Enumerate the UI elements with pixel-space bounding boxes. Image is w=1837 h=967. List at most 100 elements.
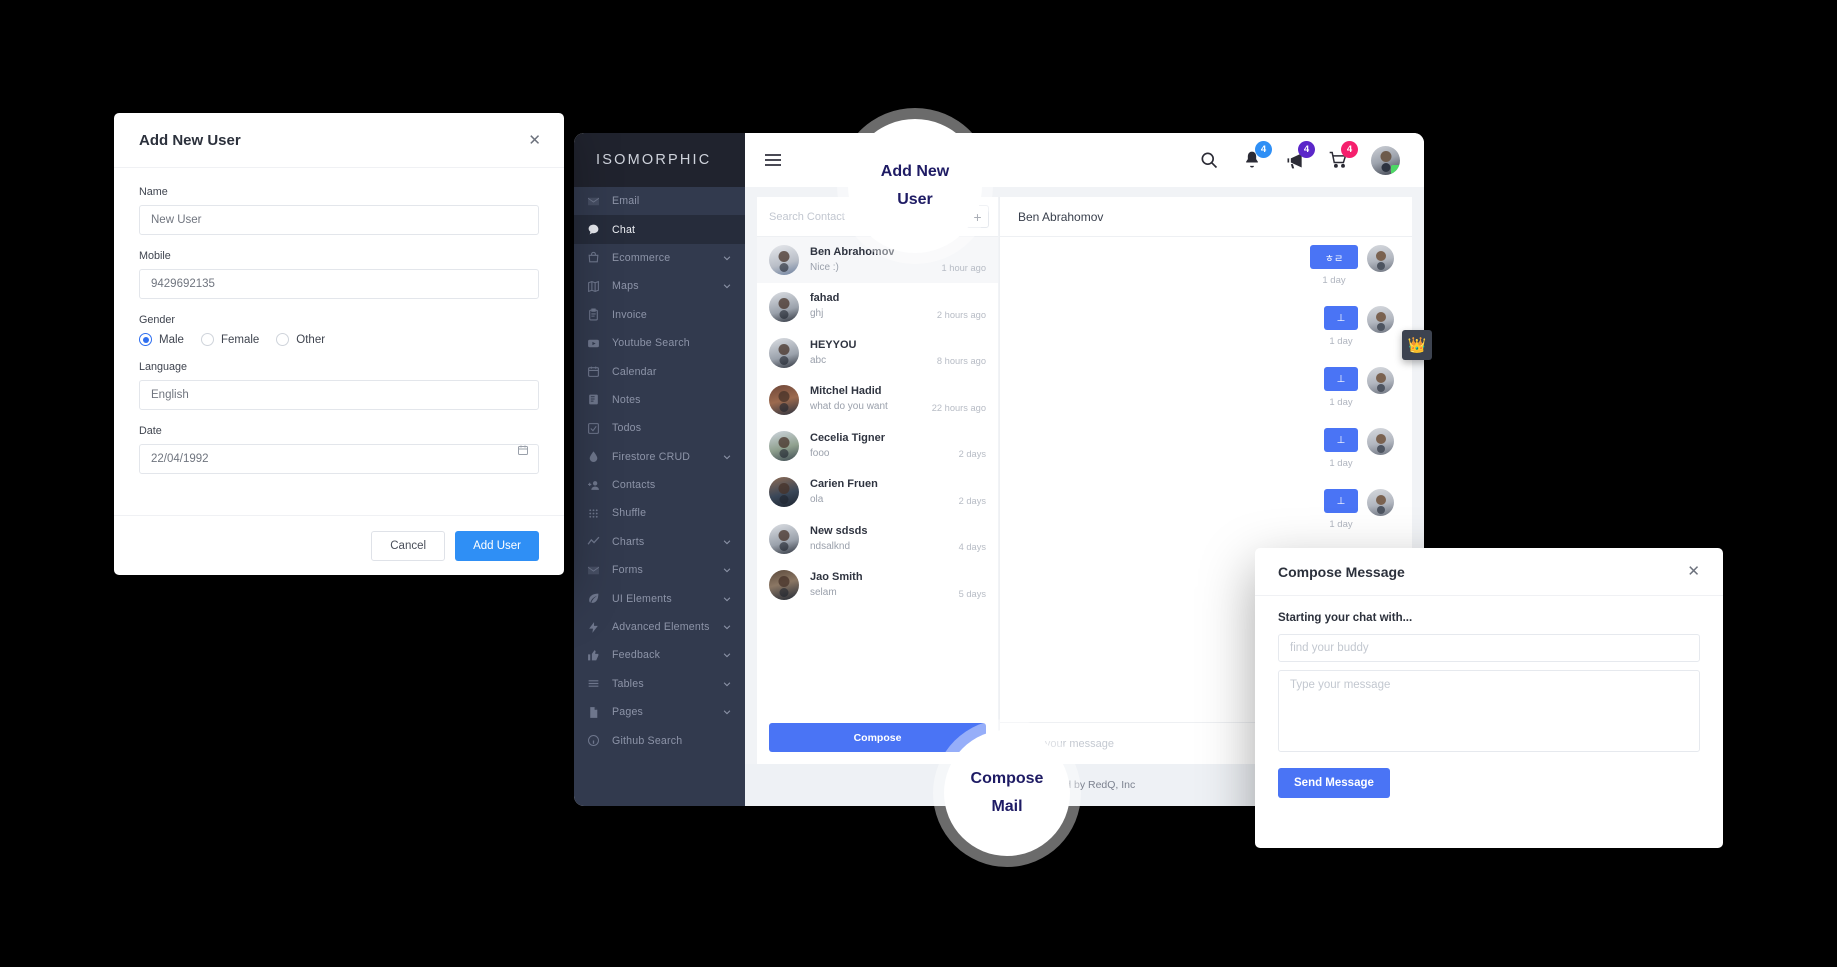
list-item[interactable]: Ben Abrahomov Nice :) 1 hour ago: [757, 237, 998, 284]
sidebar-item-shuffle[interactable]: Shuffle: [574, 499, 745, 527]
radio-label: Other: [296, 333, 326, 346]
sidebar-item-ui-elements[interactable]: UI Elements: [574, 584, 745, 612]
sidebar-item-email[interactable]: Email: [574, 187, 745, 215]
gender-option-other[interactable]: Other: [276, 333, 325, 346]
contact-name: HEYYOU: [810, 338, 857, 351]
list-item[interactable]: Jao Smith selam 5 days: [757, 562, 998, 608]
date-input[interactable]: [139, 444, 539, 474]
sidebar-label: Shuffle: [612, 507, 647, 520]
contact-time: 2 days: [958, 495, 986, 506]
sidebar-item-contacts[interactable]: Contacts: [574, 471, 745, 499]
contact-meta: fahad ghj: [810, 291, 926, 321]
callout-line-1: Add New: [880, 163, 950, 180]
gender-field-group: Gender Male Female Other: [139, 314, 539, 346]
contact-name: fahad: [810, 292, 840, 305]
callout-line-1: Compose: [970, 770, 1044, 787]
list-item[interactable]: New sdsds ndsalknd 4 days: [757, 516, 998, 562]
cart-badge: 4: [1341, 141, 1358, 158]
contact-time: 5 days: [958, 588, 986, 599]
bubble-column: ⊥ 1 day: [1324, 306, 1358, 347]
cart-icon[interactable]: 4: [1328, 141, 1358, 170]
contact-name: Cecelia Tigner: [810, 431, 885, 444]
buddy-search-input[interactable]: [1278, 634, 1700, 662]
calendar-icon: [574, 365, 612, 378]
gender-option-male[interactable]: Male: [139, 333, 184, 346]
add-user-button[interactable]: Add User: [455, 530, 539, 561]
compose-message-textarea[interactable]: [1278, 670, 1700, 752]
sidebar-item-youtube-search[interactable]: Youtube Search: [574, 329, 745, 357]
search-icon[interactable]: [1199, 150, 1219, 170]
gender-option-female[interactable]: Female: [200, 333, 259, 346]
contact-meta: Carien Fruen ola: [810, 477, 948, 507]
notifications-bell-icon[interactable]: 4: [1242, 141, 1272, 170]
contact-name: Jao Smith: [810, 571, 863, 584]
sidebar-item-charts[interactable]: Charts: [574, 528, 745, 556]
compose-button[interactable]: Compose: [769, 723, 986, 752]
sidebar-label: Github Search: [612, 734, 683, 747]
sidebar-item-forms[interactable]: Forms: [574, 556, 745, 584]
list-item[interactable]: HEYYOU abc 8 hours ago: [757, 330, 998, 376]
thumbs-up-icon: [574, 649, 612, 662]
sidebar-label: Charts: [612, 535, 645, 548]
list-item[interactable]: Cecelia Tigner fooo 2 days: [757, 423, 998, 469]
sidebar-item-notes[interactable]: Notes: [574, 386, 745, 414]
chevron-down-icon: [722, 537, 732, 547]
sidebar-item-feedback[interactable]: Feedback: [574, 641, 745, 669]
sidebar-item-firestore-crud[interactable]: Firestore CRUD: [574, 443, 745, 471]
chat-bubble-icon: [574, 223, 612, 236]
sidebar-label: Ecommerce: [612, 251, 671, 264]
megaphone-icon[interactable]: 4: [1285, 141, 1315, 170]
close-icon[interactable]: ✕: [528, 133, 541, 148]
message-bubble: ㅎㄹ: [1310, 245, 1358, 269]
gender-radio-group: Male Female Other: [139, 333, 539, 346]
dialog-header: Compose Message ✕: [1255, 548, 1723, 596]
message-bubble: ⊥: [1324, 306, 1358, 330]
sidebar-item-advanced-elements[interactable]: Advanced Elements: [574, 613, 745, 641]
sidebar-item-chat[interactable]: Chat: [574, 215, 745, 244]
cancel-button[interactable]: Cancel: [371, 530, 446, 561]
profile-avatar[interactable]: [1371, 145, 1400, 175]
avatar: [769, 384, 799, 415]
sidebar-item-pages[interactable]: Pages: [574, 698, 745, 726]
send-message-button[interactable]: Send Message: [1278, 768, 1390, 798]
avatar: [769, 523, 799, 554]
sidebar-item-todos[interactable]: Todos: [574, 414, 745, 442]
list-item[interactable]: Carien Fruen ola 2 days: [757, 469, 998, 515]
sidebar: Email Chat Ecommerce Maps Invoice Youtub…: [574, 187, 745, 806]
sidebar-item-calendar[interactable]: Calendar: [574, 357, 745, 385]
sidebar-label: Contacts: [612, 479, 656, 492]
menu-toggle-icon[interactable]: [765, 154, 781, 166]
close-icon[interactable]: ✕: [1687, 564, 1700, 579]
list-item[interactable]: fahad ghj 2 hours ago: [757, 283, 998, 329]
sidebar-item-tables[interactable]: Tables: [574, 670, 745, 698]
trend-line-icon: [574, 535, 612, 548]
dialog-body: Starting your chat with... Send Message: [1255, 596, 1723, 798]
chevron-down-icon: [722, 565, 732, 575]
notifications-badge: 4: [1255, 141, 1272, 158]
contact-time: 2 days: [958, 449, 986, 460]
contact-name: Mitchel Hadid: [810, 385, 882, 398]
language-input[interactable]: [139, 380, 539, 410]
callout-line-2: User: [897, 191, 933, 208]
sidebar-item-maps[interactable]: Maps: [574, 272, 745, 300]
chevron-down-icon: [722, 253, 732, 263]
contact-meta: Mitchel Hadid what do you want: [810, 384, 921, 414]
name-input[interactable]: [139, 205, 539, 235]
chevron-down-icon: [722, 622, 732, 632]
dialog-footer: Cancel Add User: [114, 515, 564, 575]
emoji-chip[interactable]: 👑: [1402, 330, 1432, 360]
bubble-column: ⊥ 1 day: [1324, 367, 1358, 408]
app-logo[interactable]: ISOMORPHIC: [574, 133, 745, 187]
callout-add-new-user: Add New User: [848, 119, 982, 253]
radio-dot-icon: [139, 333, 152, 346]
contact-preview: selam: [810, 587, 837, 598]
sidebar-item-github-search[interactable]: Github Search: [574, 726, 745, 754]
sidebar-item-ecommerce[interactable]: Ecommerce: [574, 244, 745, 272]
clipboard-icon: [574, 308, 612, 321]
sidebar-label: Advanced Elements: [612, 621, 710, 634]
sidebar-item-invoice[interactable]: Invoice: [574, 301, 745, 329]
list-item[interactable]: Mitchel Hadid what do you want 22 hours …: [757, 376, 998, 422]
bubble-column: ⊥ 1 day: [1324, 428, 1358, 469]
mobile-input[interactable]: [139, 269, 539, 299]
screenshot-stage: ISOMORPHIC 4 4 4 Email Chat Ecommerce Ma…: [0, 0, 1837, 967]
